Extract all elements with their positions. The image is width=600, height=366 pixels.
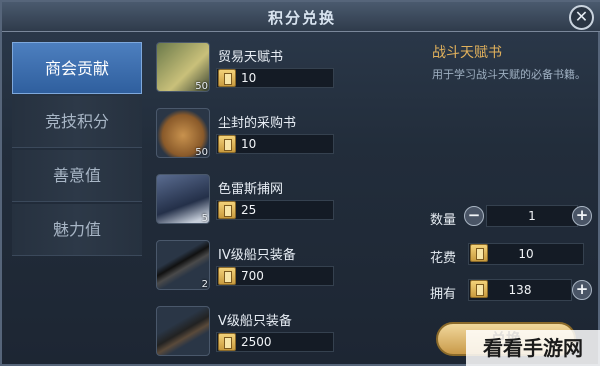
tab-guild-contribution[interactable]: 商会贡献 xyxy=(12,42,142,94)
quantity-value: 1 xyxy=(528,209,536,223)
item-name: 色雷斯捕网 xyxy=(218,182,284,197)
plus-icon[interactable]: + xyxy=(572,280,592,300)
coin-icon xyxy=(218,135,236,153)
tab-charm[interactable]: 魅力值 xyxy=(12,204,142,256)
close-icon[interactable]: ✕ xyxy=(569,5,594,30)
item-price: 2500 xyxy=(241,335,272,349)
item-name: 贸易天赋书 xyxy=(218,50,284,65)
item-quantity: 50 xyxy=(195,147,208,158)
plus-icon[interactable]: + xyxy=(572,206,592,226)
item-price-bar: 10 xyxy=(216,134,334,154)
item-name: V级船只装备 xyxy=(218,314,292,329)
exchange-window: 积分兑换 ✕ 商会贡献 竞技积分 善意值 魅力值 50 贸易天赋书 10 50 … xyxy=(0,0,600,366)
item-list[interactable]: 50 贸易天赋书 10 50 尘封的采购书 10 5 色雷斯捕网 25 2 IV… xyxy=(152,38,342,364)
list-item[interactable]: 50 贸易天赋书 10 xyxy=(152,38,342,102)
list-item[interactable]: 5 色雷斯捕网 25 xyxy=(152,170,342,234)
item-price: 10 xyxy=(241,71,257,85)
window-title: 积分兑换 xyxy=(267,9,336,27)
item-price: 10 xyxy=(241,137,257,151)
coin-icon xyxy=(218,267,236,285)
item-price-bar: 25 xyxy=(216,200,334,220)
item-price-bar: 700 xyxy=(216,266,334,286)
item-name: IV级船只装备 xyxy=(218,248,296,263)
item-quantity: 2 xyxy=(201,279,208,290)
quantity-stepper[interactable]: 1 xyxy=(486,205,578,227)
minus-icon[interactable]: − xyxy=(464,206,484,226)
cost-field: 10 xyxy=(468,243,584,265)
item-quantity: 50 xyxy=(195,81,208,92)
tab-arena-points[interactable]: 竞技积分 xyxy=(12,96,142,148)
list-item[interactable]: V级船只装备 2500 xyxy=(152,302,342,364)
owned-label: 拥有 xyxy=(430,287,457,302)
coin-icon xyxy=(218,333,236,351)
detail-title: 战斗天赋书 xyxy=(432,45,502,61)
title-bar: 积分兑换 ✕ xyxy=(2,2,600,32)
detail-description: 用于学习战斗天赋的必备书籍。 xyxy=(432,68,586,81)
item-quantity: 5 xyxy=(201,213,208,224)
cost-label: 花费 xyxy=(430,251,457,266)
cost-value: 10 xyxy=(518,247,534,261)
item-price-bar: 2500 xyxy=(216,332,334,352)
coin-icon xyxy=(218,69,236,87)
owned-field: 138 xyxy=(468,279,572,301)
item-thumbnail xyxy=(156,306,210,356)
item-price: 25 xyxy=(241,203,257,217)
list-item[interactable]: 50 尘封的采购书 10 xyxy=(152,104,342,168)
tab-list: 商会贡献 竞技积分 善意值 魅力值 xyxy=(12,42,142,258)
item-name: 尘封的采购书 xyxy=(218,116,297,131)
quantity-label: 数量 xyxy=(430,213,457,228)
watermark-logo: 看看手游网 xyxy=(466,330,600,366)
detail-panel: 战斗天赋书 用于学习战斗天赋的必备书籍。 数量 − 1 + 花费 10 拥有 1… xyxy=(414,38,596,364)
item-price: 700 xyxy=(241,269,264,283)
item-price-bar: 10 xyxy=(216,68,334,88)
tab-goodwill[interactable]: 善意值 xyxy=(12,150,142,202)
list-item[interactable]: 2 IV级船只装备 700 xyxy=(152,236,342,300)
owned-value: 138 xyxy=(508,283,532,297)
coin-icon xyxy=(218,201,236,219)
